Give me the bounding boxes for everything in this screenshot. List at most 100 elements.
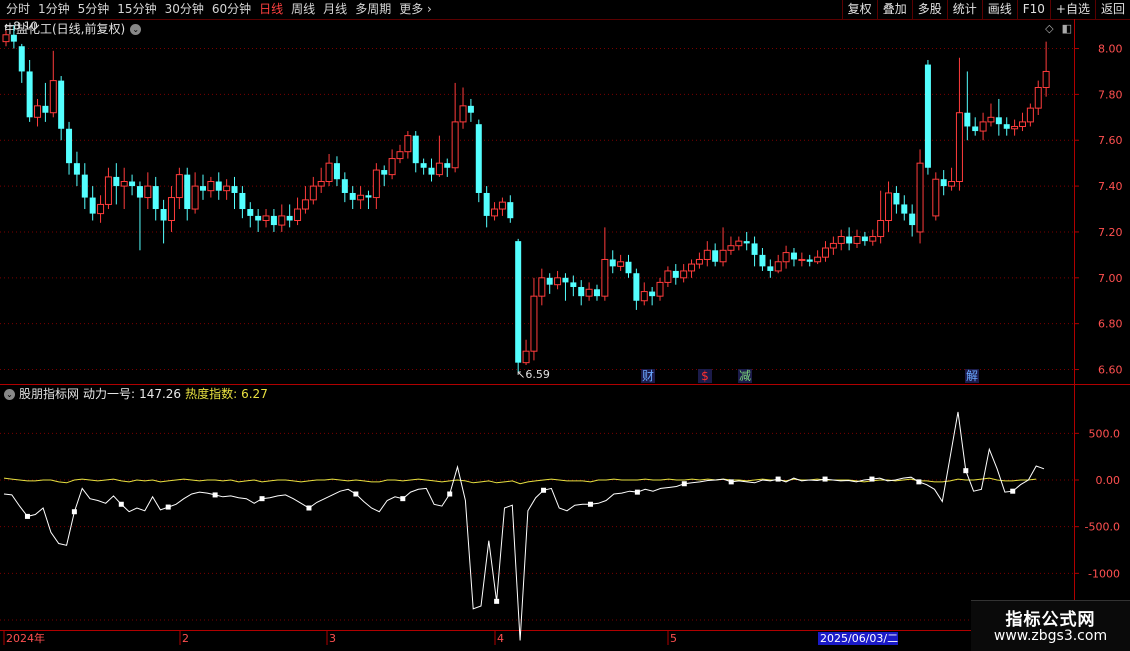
candle-body xyxy=(491,208,499,217)
candle-body xyxy=(475,124,482,193)
price-tick-label: 7.60 xyxy=(1098,134,1123,147)
date-tick-label: 3 xyxy=(329,632,336,645)
candle-body xyxy=(467,105,474,113)
candle-body xyxy=(428,167,435,175)
price-tick-label: 6.80 xyxy=(1098,318,1123,331)
signal-marker xyxy=(1010,488,1016,494)
stock-chart[interactable]: 8.00 7.80 7.60 7.40 7.20 7.00 6.80 6.60 ←8.10 ↖6.… xyxy=(0,0,1130,650)
low-price-label: ↖6.59 xyxy=(516,368,550,381)
candle-body xyxy=(703,249,711,260)
candle-body xyxy=(262,215,270,221)
candle-body xyxy=(578,286,585,297)
candle-body xyxy=(420,163,427,168)
candle-body xyxy=(66,128,73,164)
candle-body xyxy=(955,112,963,183)
candle-body xyxy=(73,163,80,175)
candle-body xyxy=(601,258,609,297)
candle-body xyxy=(924,64,931,168)
candle-body xyxy=(412,135,419,164)
candle-body xyxy=(932,178,940,217)
signal-marker xyxy=(587,501,593,507)
candle-body xyxy=(104,176,112,205)
candle-body xyxy=(719,249,727,263)
candle-body xyxy=(695,258,703,265)
candle-body xyxy=(649,291,656,297)
candle-body xyxy=(309,185,317,201)
signal-marker xyxy=(775,476,781,482)
candle-body xyxy=(136,186,143,198)
signal-marker xyxy=(869,476,875,482)
date-tick-label: 2 xyxy=(182,632,189,645)
candle-body xyxy=(585,288,593,297)
candle-body xyxy=(113,176,120,187)
candle-body xyxy=(388,158,396,176)
candle-body xyxy=(444,163,451,168)
candle-body xyxy=(1003,124,1010,129)
price-tick-label: 7.00 xyxy=(1098,272,1123,285)
candle-body xyxy=(191,185,199,210)
candle-body xyxy=(987,116,995,123)
candle-body xyxy=(901,204,908,214)
candle-body xyxy=(893,192,900,205)
candle-body xyxy=(120,181,128,187)
candle-body xyxy=(853,236,861,244)
candle-body xyxy=(42,105,49,113)
candle-body xyxy=(1026,107,1034,123)
signal-marker xyxy=(118,501,124,507)
candle-body xyxy=(89,197,96,214)
candle-body xyxy=(49,80,57,114)
candle-body xyxy=(1042,70,1050,88)
signal-marker xyxy=(353,491,359,497)
signal-marker xyxy=(681,481,687,487)
event-marker: 减 xyxy=(739,369,751,383)
signal-marker xyxy=(541,487,547,493)
candle-body xyxy=(979,121,987,132)
candle-body xyxy=(317,181,325,187)
candle-body xyxy=(404,135,412,153)
candle-body xyxy=(837,236,845,244)
candle-body xyxy=(1011,125,1019,130)
candle-body xyxy=(483,192,490,216)
candle-body xyxy=(885,192,893,221)
candle-body xyxy=(247,209,254,216)
candle-body xyxy=(972,126,979,132)
candle-body xyxy=(877,219,885,238)
candle-body xyxy=(522,350,530,364)
candle-body xyxy=(239,192,246,210)
price-tick-label: 7.20 xyxy=(1098,226,1123,239)
candle-body xyxy=(829,242,837,249)
candle-body xyxy=(735,240,743,247)
signal-marker xyxy=(728,479,734,485)
indicator-tick-label: 0.00 xyxy=(1096,474,1121,487)
date-tick-label: 5 xyxy=(670,632,677,645)
price-tick-label: 6.60 xyxy=(1098,364,1123,377)
candle-body xyxy=(152,186,159,210)
candle-body xyxy=(861,236,868,242)
candle-body xyxy=(664,270,672,283)
candle-body xyxy=(144,185,152,199)
candle-body xyxy=(995,117,1002,125)
event-marker: $ xyxy=(701,369,709,383)
indicator-tick-label: -1000 xyxy=(1088,567,1120,580)
candle-body xyxy=(688,263,696,272)
candle-body xyxy=(743,241,750,244)
candle-body xyxy=(625,261,632,274)
candle-body xyxy=(278,215,286,226)
signal-marker xyxy=(259,496,265,502)
date-tick-label: 2024年 xyxy=(6,631,45,645)
signal-marker xyxy=(212,492,218,498)
candle-body xyxy=(633,273,640,301)
candle-body xyxy=(507,202,514,219)
candle-body xyxy=(948,181,956,187)
candle-body xyxy=(774,261,782,272)
candle-body xyxy=(184,174,191,210)
price-tick-label: 8.00 xyxy=(1098,43,1123,56)
candle-body xyxy=(680,270,688,279)
candle-body xyxy=(562,277,569,283)
candle-body xyxy=(207,181,215,192)
candle-body xyxy=(538,277,546,297)
signal-marker xyxy=(963,468,969,474)
signal-marker xyxy=(822,476,828,482)
signal-marker xyxy=(447,491,453,497)
candle-body xyxy=(325,162,333,183)
